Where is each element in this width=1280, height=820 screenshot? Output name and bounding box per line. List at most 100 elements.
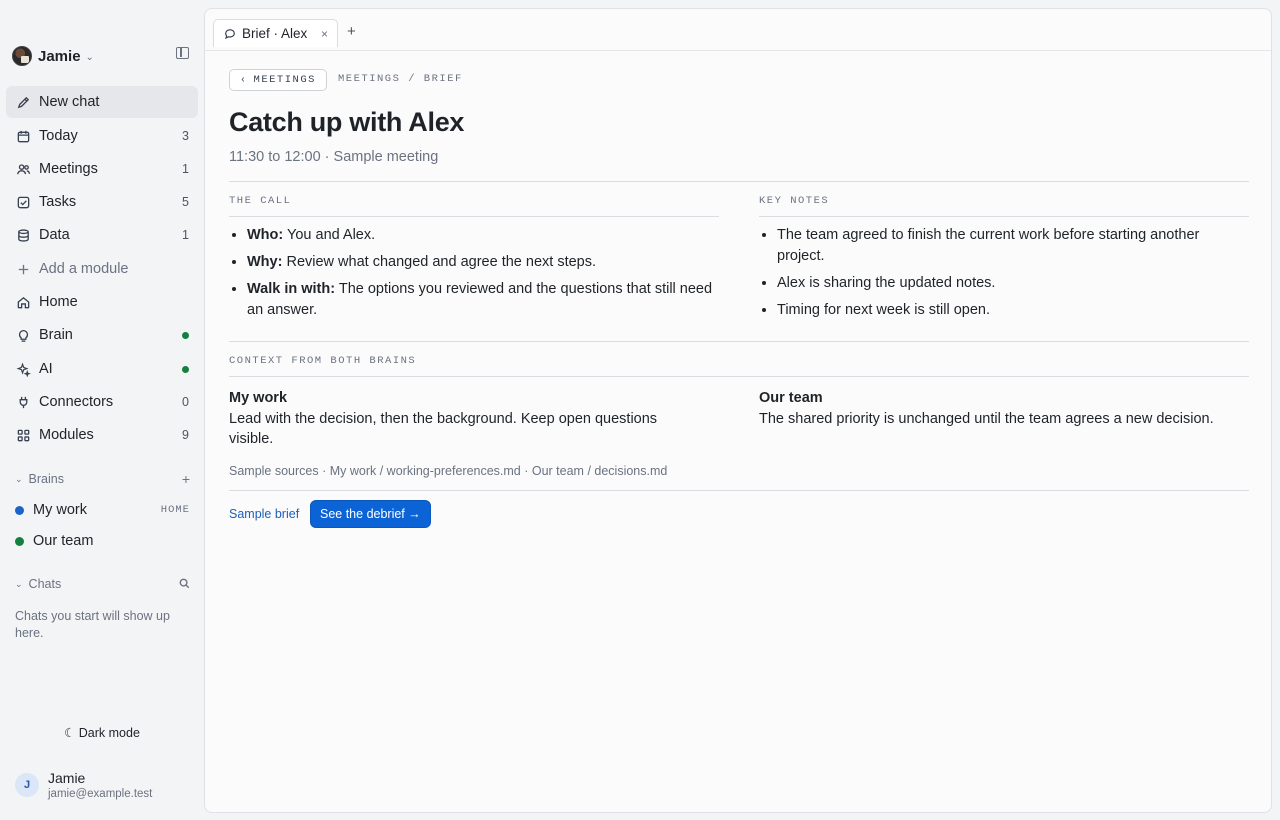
item-text: Review what changed and agree the next s… — [282, 254, 596, 270]
user-avatar: J — [15, 773, 39, 797]
nav-count: 3 — [182, 129, 189, 143]
nav-new-chat[interactable]: New chat — [6, 86, 198, 118]
section-label-key-notes: KEY NOTES — [759, 195, 830, 207]
lightbulb-icon — [15, 327, 31, 343]
calendar-icon — [15, 128, 31, 144]
list-item: The team agreed to finish the current wo… — [777, 225, 1249, 267]
nav-label: Modules — [39, 427, 94, 443]
nav-count: 1 — [182, 162, 189, 176]
database-icon — [15, 227, 31, 243]
nav-label: Today — [39, 128, 78, 144]
brain-item-our-team[interactable]: Our team — [15, 530, 190, 552]
divider — [229, 376, 1249, 377]
sample-brief-link[interactable]: Sample brief — [229, 507, 299, 521]
moon-icon: ☾ — [64, 726, 76, 740]
divider — [229, 341, 1249, 342]
user-name: Jamie — [48, 770, 86, 786]
pencil-icon — [15, 94, 31, 110]
brains-section-header[interactable]: ⌄ Brains + — [15, 471, 190, 487]
context-my-work-text: Lead with the decision, then the backgro… — [229, 411, 658, 447]
tab-bar: Brief · Alex × + — [205, 9, 1271, 51]
item-key: Why: — [247, 254, 283, 270]
nav-count: 5 — [182, 195, 189, 209]
nav-label: AI — [39, 361, 53, 377]
divider — [759, 216, 1249, 217]
nav-label: Brain — [39, 327, 73, 343]
sidebar: Jamie ⌄ New chat Today 3 Meetings 1 Task… — [0, 0, 204, 820]
nav-count: 1 — [182, 228, 189, 242]
status-dot — [182, 331, 189, 339]
chats-section-header[interactable]: ⌄ Chats — [15, 576, 190, 592]
new-tab-button[interactable]: + — [347, 23, 356, 40]
list-item: Timing for next week is still open. — [777, 300, 1249, 321]
nav-brain[interactable]: Brain — [6, 319, 198, 351]
section-label-the-call: THE CALL — [229, 195, 292, 207]
tab-brief-alex[interactable]: Brief · Alex × — [213, 19, 338, 47]
key-notes-list: The team agreed to finish the current wo… — [759, 225, 1249, 327]
workspace-name: Jamie — [38, 47, 81, 65]
brain-item-my-work[interactable]: My work HOME — [15, 499, 190, 521]
user-card[interactable]: J Jamie jamie@example.test — [15, 768, 195, 804]
search-icon[interactable] — [179, 576, 190, 592]
workspace-switcher[interactable]: Jamie ⌄ — [12, 45, 192, 67]
chat-bubble-icon — [225, 28, 235, 39]
context-our-team-text: The shared priority is unchanged until t… — [759, 411, 1214, 427]
nav-label: Data — [39, 227, 70, 243]
nav-ai[interactable]: AI — [6, 353, 198, 385]
nav-label: Tasks — [39, 194, 77, 210]
brain-name: My work — [33, 502, 87, 518]
page-title: Catch up with Alex — [229, 107, 465, 137]
item-key: Who: — [247, 227, 284, 243]
dark-mode-toggle[interactable]: ☾ Dark mode — [0, 725, 204, 740]
nav-tasks[interactable]: Tasks 5 — [6, 186, 198, 218]
brain-color-dot — [15, 505, 24, 515]
page-subtitle: 11:30 to 12:00 · Sample meeting — [229, 149, 439, 165]
list-item: Why: Review what changed and agree the n… — [247, 252, 719, 273]
chevron-down-icon: ⌄ — [15, 473, 23, 484]
chats-empty-state: Chats you start will show up here. — [15, 609, 170, 640]
grid-icon — [15, 427, 31, 443]
context-my-work-title: My work — [229, 390, 288, 406]
divider — [229, 181, 1249, 182]
home-icon — [15, 294, 31, 310]
section-title: Brains — [28, 472, 64, 486]
chevron-down-icon: ⌄ — [85, 51, 94, 63]
back-to-meetings-button[interactable]: ‹ MEETINGS — [229, 69, 327, 91]
sidebar-toggle-icon[interactable] — [176, 47, 189, 59]
divider — [229, 216, 719, 217]
nav-count: 0 — [182, 395, 189, 409]
nav-label: Connectors — [39, 394, 114, 410]
add-brain-icon[interactable]: + — [182, 471, 190, 487]
tab-label: Brief · Alex — [242, 26, 308, 41]
plug-icon — [15, 394, 31, 410]
main-panel: Brief · Alex × + ‹ MEETINGS MEETINGS / B… — [204, 8, 1272, 813]
nav-connectors[interactable]: Connectors 0 — [6, 386, 198, 418]
dark-mode-label: Dark mode — [78, 726, 140, 740]
list-item: Walk in with: The options you reviewed a… — [247, 279, 719, 321]
nav-count: 9 — [182, 428, 189, 442]
workspace-avatar — [12, 46, 32, 66]
list-item: Alex is sharing the updated notes. — [777, 273, 1249, 294]
divider — [229, 490, 1249, 491]
plus-icon — [15, 261, 31, 277]
brain-color-dot — [15, 536, 24, 546]
nav-add-module[interactable]: Add a module — [6, 253, 198, 285]
context-our-team-title: Our team — [759, 390, 823, 406]
nav-meetings[interactable]: Meetings 1 — [6, 153, 198, 185]
the-call-list: Who: You and Alex. Why: Review what chan… — [229, 225, 719, 327]
nav-label: New chat — [39, 94, 100, 110]
see-debrief-button[interactable]: See the debrief → — [310, 500, 431, 528]
nav-today[interactable]: Today 3 — [6, 120, 198, 152]
breadcrumb: MEETINGS / BRIEF — [338, 73, 463, 85]
back-button-label: MEETINGS — [253, 74, 316, 86]
chevron-down-icon: ⌄ — [15, 578, 23, 589]
checkbox-icon — [15, 194, 31, 210]
status-dot — [182, 365, 189, 373]
nav-home[interactable]: Home — [6, 286, 198, 318]
nav-label: Home — [39, 294, 78, 310]
nav-data[interactable]: Data 1 — [6, 219, 198, 251]
nav-modules[interactable]: Modules 9 — [6, 419, 198, 451]
close-icon[interactable]: × — [321, 27, 328, 41]
user-email: jamie@example.test — [48, 788, 153, 800]
nav-label: Add a module — [39, 261, 129, 277]
